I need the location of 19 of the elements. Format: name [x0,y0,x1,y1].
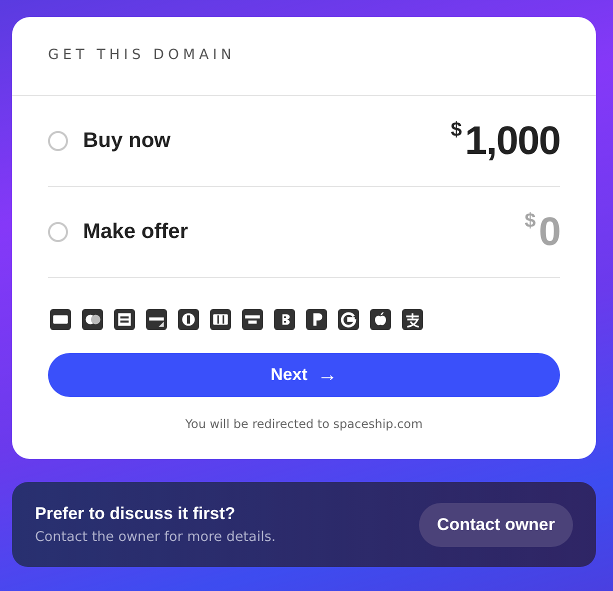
contact-subtitle: Contact the owner for more details. [35,529,277,545]
g-icon [338,309,359,330]
apple-icon [370,309,391,330]
next-button[interactable]: Next → [48,353,560,397]
radio-button[interactable] [48,131,68,151]
radio-button[interactable] [48,222,68,242]
currency-sign: $ [450,119,462,142]
coin-icon [274,309,295,330]
card-title: GET THIS DOMAIN [48,47,236,63]
contact-title: Prefer to discuss it first? [35,504,236,524]
redirect-note: You will be redirected to spaceship.com [185,417,423,431]
option-label[interactable]: Buy now [83,129,451,153]
circles-icon [82,309,103,330]
option-label[interactable]: Make offer [83,220,525,244]
p-icon [306,309,327,330]
symbol-icon [402,309,423,330]
price-amount: 1,000 [464,119,560,163]
contact-owner-button[interactable]: Contact owner [418,502,573,546]
currency-sign: $ [524,210,536,233]
